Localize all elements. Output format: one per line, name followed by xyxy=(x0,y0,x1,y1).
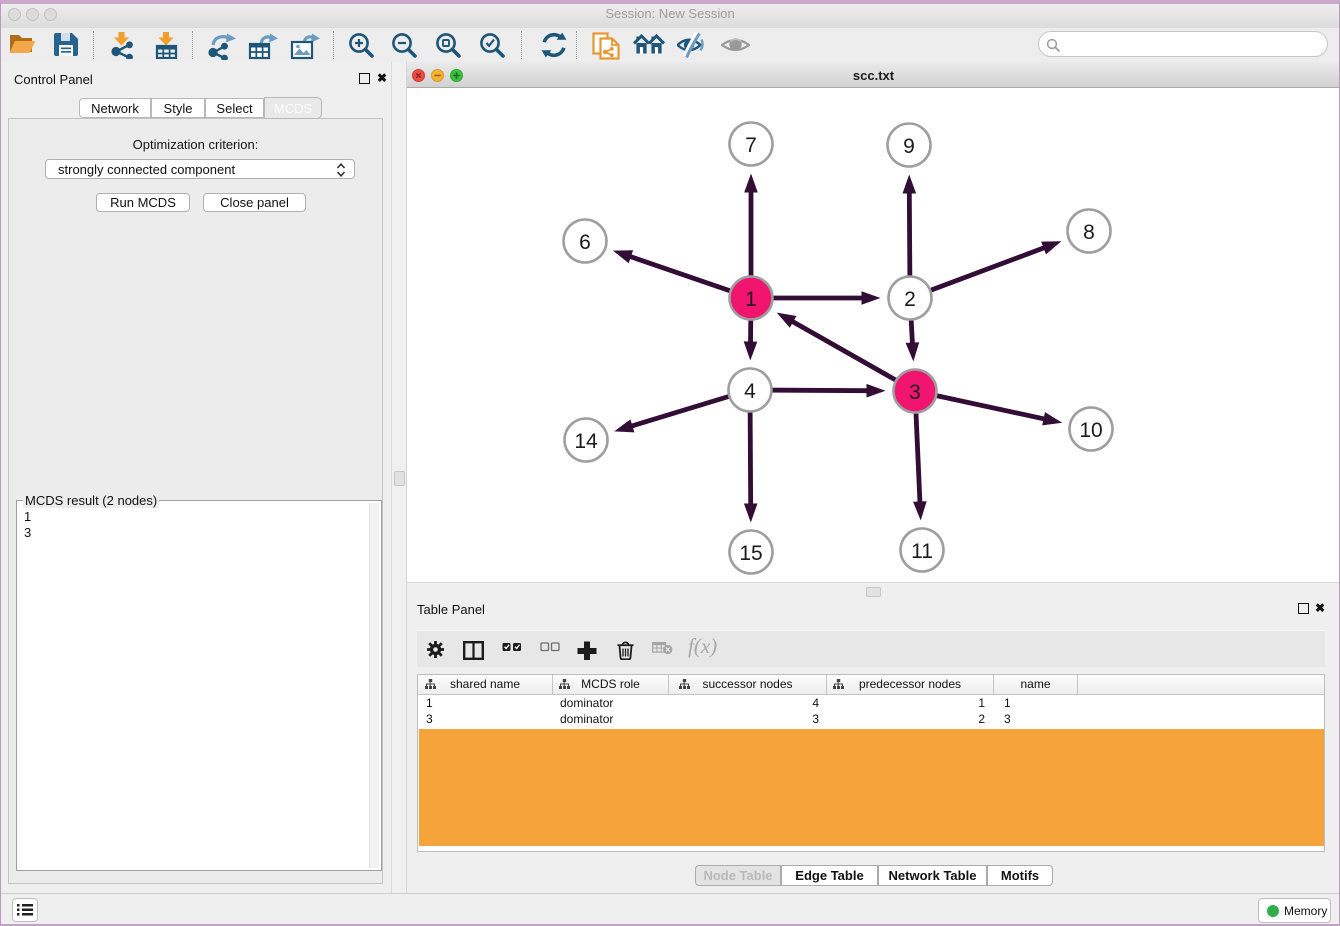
svg-text:7: 7 xyxy=(745,134,757,157)
svg-text:9: 9 xyxy=(903,135,915,158)
svg-text:15: 15 xyxy=(739,542,762,565)
svg-text:3: 3 xyxy=(909,381,921,404)
svg-text:2: 2 xyxy=(904,288,916,311)
svg-text:10: 10 xyxy=(1079,419,1102,442)
svg-text:14: 14 xyxy=(574,430,598,453)
svg-text:4: 4 xyxy=(744,380,756,403)
svg-text:1: 1 xyxy=(745,288,757,311)
svg-text:6: 6 xyxy=(579,231,591,254)
svg-text:8: 8 xyxy=(1083,221,1095,244)
svg-text:11: 11 xyxy=(911,540,933,563)
